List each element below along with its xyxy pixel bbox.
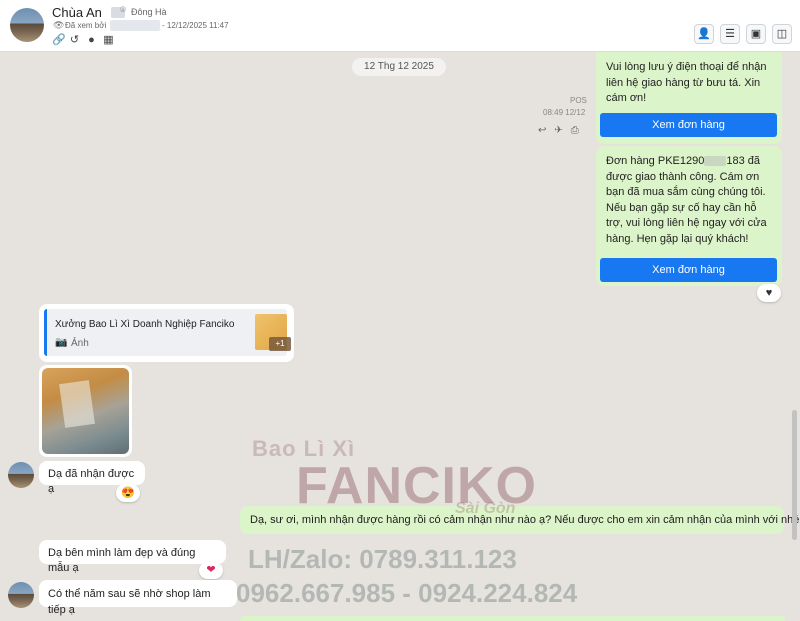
view-order-button[interactable]: Xem đơn hàng [600,258,777,282]
received-message[interactable]: Dạ đã nhận được ạ [39,461,145,495]
media-icon[interactable]: ▣ [746,24,766,44]
order-prefix: Đơn hàng PKE1290 [606,155,705,167]
contact-avatar[interactable] [10,8,44,42]
history-icon[interactable]: ↺ [69,34,80,46]
chat-header: Chùa An ⌾ Đông Hà 👁 Đã xem bởi - 12/12/2… [0,0,800,52]
contact-location: Đông Hà [131,7,167,17]
view-order-button[interactable]: Xem đơn hàng [600,113,777,137]
location-pin-icon: ⌾ [120,5,126,16]
order-suffix: 183 đã được giao thành công. Cám ơn bạn … [606,155,767,245]
message-text: Đơn hàng PKE1290 183 đã được giao thành c… [606,154,772,247]
sent-message-delivered[interactable]: Đơn hàng PKE1290 183 đã được giao thành c… [596,146,782,286]
checklist-icon[interactable]: ☰ [720,24,740,44]
watermark-contact: LH/Zalo: 0789.311.123 [248,544,517,574]
watermark-phones: 0962.667.985 - 0924.224.824 [236,578,578,608]
contact-name[interactable]: Chùa An [52,5,102,20]
shared-photo-card[interactable]: Xưởng Bao Lì Xì Doanh Nghiệp Fanciko 📷 Ả… [39,304,294,362]
person-icon[interactable]: ● [86,34,97,46]
received-message[interactable]: Có thể năm sau sẽ nhờ shop làm tiếp ạ [39,580,237,616]
header-actions: 👤 ☰ ▣ ◫ [694,24,792,44]
header-quick-icons: 🔗 ↺ ● ▦ [52,34,114,46]
heart-reaction[interactable]: ♥ [757,284,781,302]
heart-reaction[interactable]: ❤ [199,562,223,579]
print-icon[interactable]: ⎙ [571,125,579,136]
link-icon[interactable]: 🔗 [52,34,66,46]
more-count: +1 [269,337,291,351]
received-photo[interactable] [39,365,132,457]
seen-by-label: Đã xem bởi [65,21,107,30]
calendar-icon[interactable]: ▦ [103,34,114,46]
card-title: Xưởng Bao Lì Xì Doanh Nghiệp Fanciko [55,319,235,330]
sender-avatar[interactable] [8,462,34,488]
message-source: POS [570,96,587,105]
sent-message-shipping-notice[interactable]: Vui lòng lưu ý điện thoại để nhận liên h… [596,52,782,144]
photo-image [42,368,129,454]
watermark-sub: Sài Gòn [455,500,516,517]
reply-icon[interactable]: ↩ [538,125,546,136]
panel-icon[interactable]: ◫ [772,24,792,44]
message-actions: ↩ ✈ ⎙ [538,125,579,136]
seen-time: - 12/12/2025 11:47 [162,21,229,30]
message-text: Vui lòng lưu ý điện thoại để nhận liên h… [606,61,767,104]
blurred-seen-by [110,20,160,31]
sender-avatar[interactable] [8,582,34,608]
card-subtitle: Ảnh [71,338,89,349]
blurred-order-digits [704,156,727,167]
received-message[interactable]: Dạ bên mình làm đẹp và đúng mẫu ạ [39,540,226,574]
camera-icon: 📷 [55,337,68,348]
scrollbar[interactable] [792,410,797,540]
add-user-icon[interactable]: 👤 [694,24,714,44]
love-eyes-reaction[interactable]: 😍 [116,484,140,502]
date-separator: 12 Thg 12 2025 [352,58,446,76]
pin-icon[interactable]: ✈ [554,125,562,136]
card-content: Xưởng Bao Lì Xì Doanh Nghiệp Fanciko 📷 Ả… [44,309,291,356]
partial-message [240,616,785,621]
message-time: 08:49 12/12 [543,108,586,117]
eye-icon: 👁 [53,20,65,30]
